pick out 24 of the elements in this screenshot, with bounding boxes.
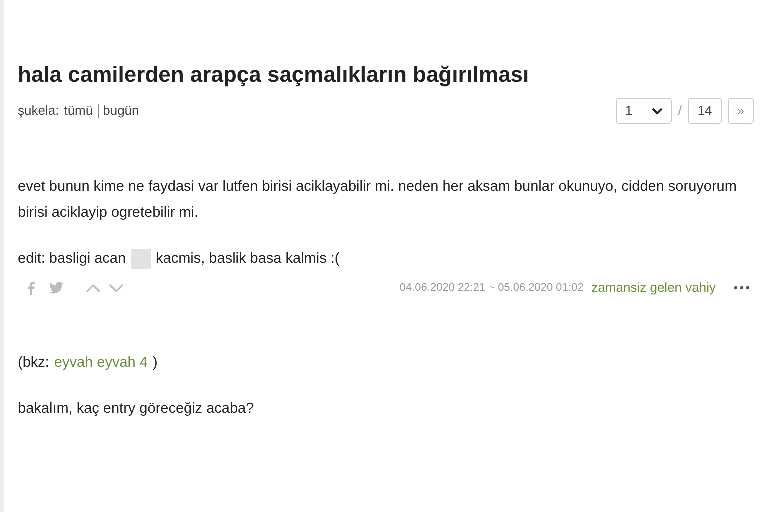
filter-link[interactable]: bugün [103,101,140,121]
entry-text: evet bunun kime ne faydasi var lutfen birisi aciklayabilir mi. neden her aksam bunlar okunuyo, cidden soruyorum birisi aciklayip ogretebilir mi. [18,179,737,221]
chevron-down-icon [652,108,664,114]
entry-text: (bkz: [18,355,50,371]
entry-date: 04.06.2020 22:21 ~ 05.06.2020 01:02 [400,280,584,296]
downvote-icon[interactable] [109,284,124,292]
page-separator: / [678,102,682,120]
entry-link[interactable]: eyvah eyvah 4 [54,355,148,371]
entry-text: edit: basligi acan [18,251,126,267]
filter-link[interactable]: tümü [64,101,94,121]
topic-title: hala camilerden arapça saçmalıkların bağırılması [18,61,530,89]
entry-text: ) [152,355,158,371]
filter-label: şukela: [18,102,60,120]
page-select[interactable]: 1 [616,98,672,124]
facebook-icon[interactable] [28,282,35,294]
redaction-block [131,249,152,270]
author-link[interactable]: zamansiz gelen vahiy [592,278,716,298]
entry-text: bakalım, kaç entry göreceğiz acaba? [18,401,254,417]
upvote-icon[interactable] [86,284,101,292]
more-icon[interactable] [734,286,750,290]
last-page-button[interactable]: 14 [688,98,722,124]
entry-text: kacmis, baslik basa kalmis :( [156,251,340,267]
next-page-button[interactable]: » [728,98,754,124]
bird-icon[interactable] [49,282,64,294]
